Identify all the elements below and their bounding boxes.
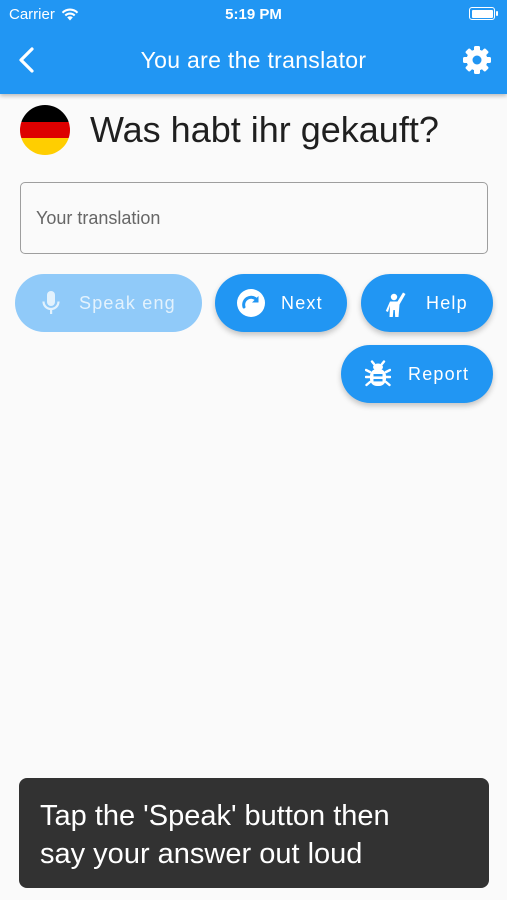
translation-field[interactable]: [20, 182, 488, 254]
bug-icon: [365, 360, 391, 388]
clock: 5:19 PM: [225, 6, 282, 23]
translation-input[interactable]: [21, 183, 487, 253]
germany-flag-icon: [20, 105, 70, 155]
question-text: Was habt ihr gekauft?: [90, 109, 439, 150]
gear-icon: [463, 46, 491, 74]
settings-button[interactable]: [461, 44, 493, 76]
person-raising-hand-icon: [385, 288, 409, 318]
status-bar: Carrier 5:19 PM: [0, 0, 507, 28]
report-button-label: Report: [408, 363, 470, 384]
speak-button-label: Speak eng: [79, 292, 176, 313]
help-button[interactable]: Help: [361, 274, 493, 332]
next-button[interactable]: Next: [215, 274, 347, 332]
speak-button[interactable]: Speak eng: [15, 274, 202, 332]
page-title: You are the translator: [140, 47, 367, 73]
toast-message: Tap the 'Speak' button then say your ans…: [19, 778, 489, 888]
battery-icon: [469, 7, 498, 20]
app-bar: Carrier 5:19 PM You are the translator: [0, 0, 507, 94]
next-button-label: Next: [281, 292, 323, 313]
toast-line-2: say your answer out loud: [40, 838, 363, 870]
microphone-icon: [41, 290, 61, 316]
help-button-label: Help: [426, 292, 468, 313]
toast-line-1: Tap the 'Speak' button then: [40, 800, 390, 832]
report-button[interactable]: Report: [341, 345, 493, 403]
redo-icon: [236, 288, 266, 318]
